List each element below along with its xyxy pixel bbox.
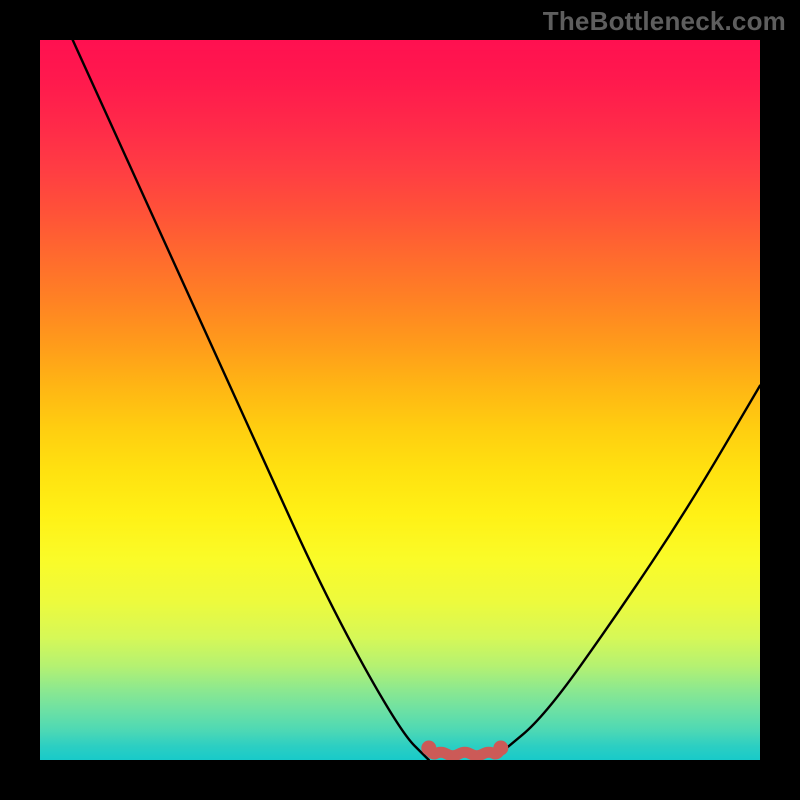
sweet-spot-marker: [429, 748, 501, 756]
bottleneck-curve: [40, 40, 760, 760]
sweet-spot-right-dot: [493, 741, 508, 756]
sweet-spot-left-dot: [421, 741, 436, 756]
plot-area: [40, 40, 760, 760]
attribution-text: TheBottleneck.com: [543, 6, 786, 37]
chart-frame: TheBottleneck.com: [0, 0, 800, 800]
